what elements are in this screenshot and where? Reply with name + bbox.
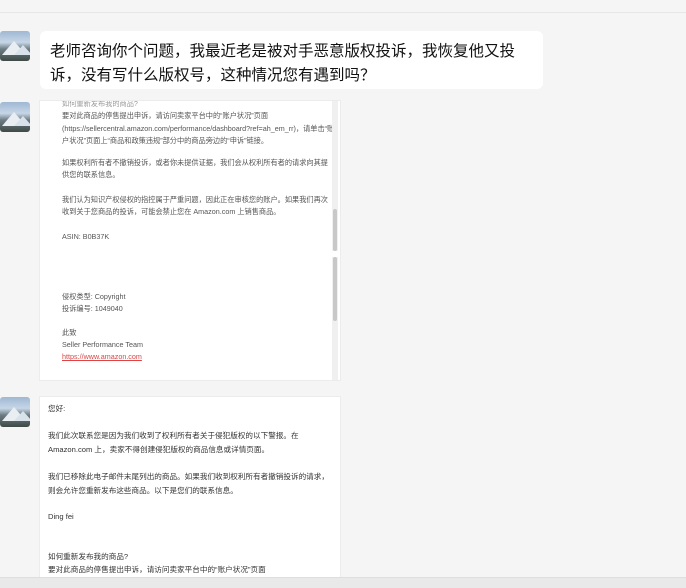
doc-text-line: 您好:	[48, 404, 66, 413]
doc-text-line: 如何重新发布我的商品?	[48, 552, 129, 561]
chat-top-divider	[0, 0, 686, 13]
message-bubble[interactable]: 老师咨询你个问题，我最近老是被对手恶意版权投诉，我恢复他又投诉，没有写什么版权号…	[40, 31, 543, 89]
doc-text-line: 我们此次联系您是因为我们收到了权利所有者关于侵犯版权的以下警报。在	[48, 431, 299, 440]
sender-avatar[interactable]	[0, 397, 30, 427]
doc-text-line: 收到关于您商品的投诉，可能会禁止您在 Amazon.com 上销售商品。	[62, 207, 281, 216]
scrollbar-thumb	[333, 257, 337, 321]
doc-link: https://www.amazon.com	[62, 352, 142, 361]
avatar-mountain-shape	[14, 45, 30, 55]
doc-text-line: 投诉编号: 1049040	[62, 304, 123, 313]
doc-text-line: Seller Performance Team	[62, 340, 143, 349]
bottom-toolbar-edge	[0, 577, 686, 588]
doc-text-line: 则会允许您重新发布这些商品。以下是您们的联系信息。	[48, 486, 238, 495]
scrollbar-thumb	[333, 209, 337, 251]
sender-avatar[interactable]	[0, 31, 30, 61]
doc-text-line: (https://sellercentral.amazon.com/perfor…	[62, 124, 335, 133]
doc-text-line: 如何重新发布我的商品?	[62, 101, 138, 108]
doc-text-line: 要对此商品的停售提出申诉，请访问卖家平台中的“账户状况”页面	[48, 565, 266, 574]
sender-avatar[interactable]	[0, 102, 30, 132]
redaction-block	[40, 244, 336, 264]
doc-text-line: ASIN: B0B37K	[62, 232, 110, 241]
doc-text-line: 侵权类型: Copyright	[62, 292, 126, 301]
message-image-attachment[interactable]: 您好: 我们此次联系您是因为我们收到了权利所有者关于侵犯版权的以下警报。在 Am…	[40, 397, 340, 577]
message-image-attachment[interactable]: 如何重新发布我的商品? 要对此商品的停售提出申诉，请访问卖家平台中的“账户状况”…	[40, 101, 340, 380]
image-scrollbar	[332, 101, 338, 380]
doc-text-line: 供您的联系信息。	[62, 170, 120, 179]
doc-text-line: Amazon.com 上，卖家不得创建侵犯版权的商品信息或详情页面。	[48, 445, 270, 454]
message-text: 老师咨询你个问题，我最近老是被对手恶意版权投诉，我恢复他又投诉，没有写什么版权号…	[50, 43, 516, 84]
doc-text-line: 要对此商品的停售提出申诉，请访问卖家平台中的“账户状况”页面	[62, 111, 269, 120]
doc-text-line: 我们已移除此电子邮件末尾列出的商品。如果我们收到权利所有者撤销投诉的请求，	[48, 472, 329, 481]
doc-text-line: 户状况”页面上“商品和政策违规”部分中的商品旁边的“申诉”链接。	[62, 136, 269, 145]
doc-text-line: 我们认为知识产权侵权的指控属于严重问题，因此正在审核您的账户。如果我们再次	[62, 195, 328, 204]
doc-text-line: Ding fei	[48, 512, 74, 521]
doc-text-line: 此致	[62, 328, 77, 337]
avatar-mountain-shape	[14, 411, 30, 421]
doc-text-line: 如果权利所有者不撤销投诉，或者你未提供证据，我们会从权利所有者的请求向其提	[62, 158, 328, 167]
avatar-mountain-shape	[14, 116, 30, 126]
